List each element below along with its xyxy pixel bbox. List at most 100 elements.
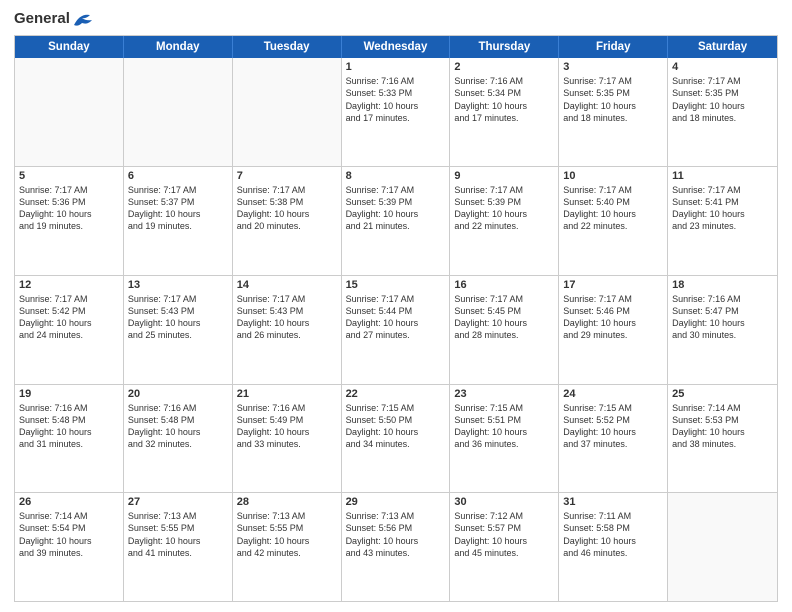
day-number: 29 (346, 496, 446, 508)
day-number: 2 (454, 61, 554, 73)
day-number: 20 (128, 388, 228, 400)
day-info: Sunrise: 7:17 AM Sunset: 5:44 PM Dayligh… (346, 293, 446, 342)
day-info: Sunrise: 7:17 AM Sunset: 5:37 PM Dayligh… (128, 184, 228, 233)
day-cell-15: 15Sunrise: 7:17 AM Sunset: 5:44 PM Dayli… (342, 276, 451, 384)
day-number: 31 (563, 496, 663, 508)
weekday-header-monday: Monday (124, 36, 233, 58)
day-cell-12: 12 Sunrise: 7:17 AM Sunset: 5:42 PM Dayli… (15, 276, 124, 384)
day-number: 10 (563, 170, 663, 182)
empty-cell (124, 58, 233, 166)
day-cell-22: 22 Sunrise: 7:15 AM Sunset: 5:50 PM Dayli… (342, 385, 451, 493)
day-cell-31: 31 Sunrise: 7:11 AM Sunset: 5:58 PM Dayli… (559, 493, 668, 601)
day-number: 3 (563, 61, 663, 73)
day-cell-14: 14 Sunrise: 7:17 AM Sunset: 5:43 PM Dayli… (233, 276, 342, 384)
day-info: Sunrise: 7:17 AM Sunset: 5:35 PM Dayligh… (672, 75, 773, 124)
day-info: Sunrise: 7:15 AM Sunset: 5:51 PM Dayligh… (454, 402, 554, 451)
day-info: Sunrise: 7:13 AM Sunset: 5:55 PM Dayligh… (128, 510, 228, 559)
day-info: Sunrise: 7:16 AM Sunset: 5:33 PM Dayligh… (346, 75, 446, 124)
day-info: Sunrise: 7:14 AM Sunset: 5:54 PM Dayligh… (19, 510, 119, 559)
day-info: Sunrise: 7:17 AM Sunset: 5:43 PM Dayligh… (128, 293, 228, 342)
day-info: Sunrise: 7:17 AM Sunset: 5:39 PM Dayligh… (346, 184, 446, 233)
weekday-header-wednesday: Wednesday (342, 36, 451, 58)
day-cell-23: 23 Sunrise: 7:15 AM Sunset: 5:51 PM Dayli… (450, 385, 559, 493)
day-cell-16: 16 Sunrise: 7:17 AM Sunset: 5:45 PM Dayli… (450, 276, 559, 384)
logo-bird-icon (72, 11, 94, 27)
day-cell-1: 1 Sunrise: 7:16 AM Sunset: 5:33 PM Daylig… (342, 58, 451, 166)
day-info: Sunrise: 7:16 AM Sunset: 5:48 PM Dayligh… (19, 402, 119, 451)
day-number: 13 (128, 279, 228, 291)
day-info: Sunrise: 7:17 AM Sunset: 5:38 PM Dayligh… (237, 184, 337, 233)
day-number: 16 (454, 279, 554, 291)
day-number: 1 (346, 61, 446, 73)
day-cell-26: 26 Sunrise: 7:14 AM Sunset: 5:54 PM Dayli… (15, 493, 124, 601)
day-info: Sunrise: 7:13 AM Sunset: 5:55 PM Dayligh… (237, 510, 337, 559)
empty-cell (668, 493, 777, 601)
day-info: Sunrise: 7:11 AM Sunset: 5:58 PM Dayligh… (563, 510, 663, 559)
day-number: 9 (454, 170, 554, 182)
day-cell-11: 11 Sunrise: 7:17 AM Sunset: 5:41 PM Dayli… (668, 167, 777, 275)
day-number: 25 (672, 388, 773, 400)
day-cell-19: 19 Sunrise: 7:16 AM Sunset: 5:48 PM Dayli… (15, 385, 124, 493)
day-number: 11 (672, 170, 773, 182)
calendar: SundayMondayTuesdayWednesdayThursdayFrid… (14, 35, 778, 602)
day-info: Sunrise: 7:15 AM Sunset: 5:50 PM Dayligh… (346, 402, 446, 451)
day-info: Sunrise: 7:16 AM Sunset: 5:34 PM Dayligh… (454, 75, 554, 124)
day-info: Sunrise: 7:17 AM Sunset: 5:39 PM Dayligh… (454, 184, 554, 233)
day-cell-29: 29 Sunrise: 7:13 AM Sunset: 5:56 PM Dayli… (342, 493, 451, 601)
day-info: Sunrise: 7:17 AM Sunset: 5:46 PM Dayligh… (563, 293, 663, 342)
calendar-header: SundayMondayTuesdayWednesdayThursdayFrid… (15, 36, 777, 58)
day-number: 6 (128, 170, 228, 182)
day-info: Sunrise: 7:14 AM Sunset: 5:53 PM Dayligh… (672, 402, 773, 451)
day-number: 21 (237, 388, 337, 400)
day-info: Sunrise: 7:17 AM Sunset: 5:42 PM Dayligh… (19, 293, 119, 342)
calendar-row-3: 12 Sunrise: 7:17 AM Sunset: 5:42 PM Dayli… (15, 275, 777, 384)
day-number: 26 (19, 496, 119, 508)
day-cell-13: 13 Sunrise: 7:17 AM Sunset: 5:43 PM Dayli… (124, 276, 233, 384)
weekday-header-thursday: Thursday (450, 36, 559, 58)
day-number: 23 (454, 388, 554, 400)
calendar-body: 1 Sunrise: 7:16 AM Sunset: 5:33 PM Daylig… (15, 58, 777, 601)
calendar-row-5: 26 Sunrise: 7:14 AM Sunset: 5:54 PM Dayli… (15, 492, 777, 601)
day-info: Sunrise: 7:17 AM Sunset: 5:36 PM Dayligh… (19, 184, 119, 233)
day-cell-6: 6 Sunrise: 7:17 AM Sunset: 5:37 PM Daylig… (124, 167, 233, 275)
day-cell-28: 28 Sunrise: 7:13 AM Sunset: 5:55 PM Dayli… (233, 493, 342, 601)
page-container: General SundayMondayTuesdayWednesdayThur… (0, 0, 792, 612)
logo-text-line1: General (14, 10, 94, 27)
day-number: 7 (237, 170, 337, 182)
day-number: 22 (346, 388, 446, 400)
logo: General (14, 10, 94, 27)
calendar-row-1: 1 Sunrise: 7:16 AM Sunset: 5:33 PM Daylig… (15, 58, 777, 166)
day-info: Sunrise: 7:17 AM Sunset: 5:43 PM Dayligh… (237, 293, 337, 342)
weekday-header-saturday: Saturday (668, 36, 777, 58)
day-info: Sunrise: 7:17 AM Sunset: 5:45 PM Dayligh… (454, 293, 554, 342)
empty-cell (15, 58, 124, 166)
day-info: Sunrise: 7:15 AM Sunset: 5:52 PM Dayligh… (563, 402, 663, 451)
day-info: Sunrise: 7:13 AM Sunset: 5:56 PM Dayligh… (346, 510, 446, 559)
weekday-header-sunday: Sunday (15, 36, 124, 58)
day-number: 30 (454, 496, 554, 508)
day-cell-3: 3Sunrise: 7:17 AM Sunset: 5:35 PM Daylig… (559, 58, 668, 166)
day-cell-17: 17Sunrise: 7:17 AM Sunset: 5:46 PM Dayli… (559, 276, 668, 384)
day-cell-21: 21Sunrise: 7:16 AM Sunset: 5:49 PM Dayli… (233, 385, 342, 493)
day-cell-30: 30Sunrise: 7:12 AM Sunset: 5:57 PM Dayli… (450, 493, 559, 601)
calendar-row-4: 19 Sunrise: 7:16 AM Sunset: 5:48 PM Dayli… (15, 384, 777, 493)
day-number: 19 (19, 388, 119, 400)
day-cell-10: 10 Sunrise: 7:17 AM Sunset: 5:40 PM Dayli… (559, 167, 668, 275)
day-cell-20: 20 Sunrise: 7:16 AM Sunset: 5:48 PM Dayli… (124, 385, 233, 493)
weekday-header-friday: Friday (559, 36, 668, 58)
header: General (14, 10, 778, 27)
day-info: Sunrise: 7:17 AM Sunset: 5:40 PM Dayligh… (563, 184, 663, 233)
day-number: 28 (237, 496, 337, 508)
day-info: Sunrise: 7:16 AM Sunset: 5:48 PM Dayligh… (128, 402, 228, 451)
calendar-row-2: 5 Sunrise: 7:17 AM Sunset: 5:36 PM Daylig… (15, 166, 777, 275)
day-number: 5 (19, 170, 119, 182)
day-number: 14 (237, 279, 337, 291)
day-cell-8: 8Sunrise: 7:17 AM Sunset: 5:39 PM Daylig… (342, 167, 451, 275)
day-number: 18 (672, 279, 773, 291)
weekday-header-tuesday: Tuesday (233, 36, 342, 58)
day-number: 27 (128, 496, 228, 508)
day-info: Sunrise: 7:17 AM Sunset: 5:41 PM Dayligh… (672, 184, 773, 233)
day-cell-2: 2 Sunrise: 7:16 AM Sunset: 5:34 PM Daylig… (450, 58, 559, 166)
empty-cell (233, 58, 342, 166)
day-number: 12 (19, 279, 119, 291)
